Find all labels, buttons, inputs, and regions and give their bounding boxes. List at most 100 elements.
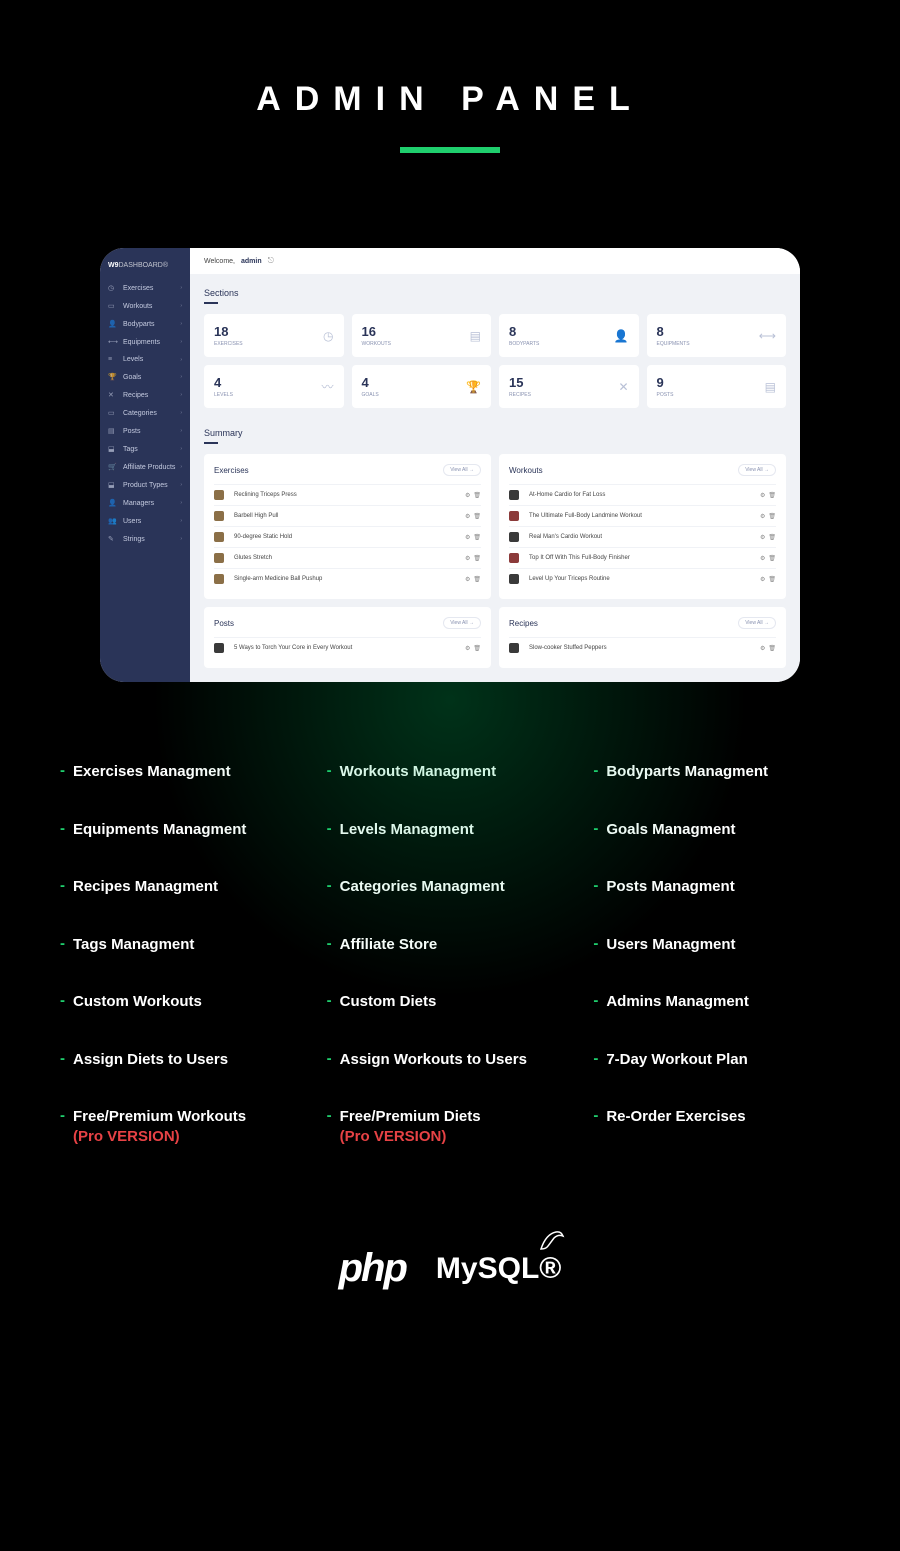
thumbnail: [214, 532, 224, 542]
sidebar-label: Bodyparts: [123, 321, 180, 328]
gear-icon[interactable]: ⚙: [760, 555, 765, 562]
trash-icon[interactable]: 🗑: [768, 555, 776, 562]
feature-item: -Workouts Managment: [327, 762, 574, 782]
stat-number: 16: [362, 324, 391, 339]
sidebar-item-exercises[interactable]: ◷Exercises›: [100, 279, 190, 297]
view-all-button[interactable]: View All →: [443, 464, 481, 476]
stat-number: 8: [657, 324, 690, 339]
sidebar-label: Posts: [123, 428, 180, 435]
sidebar-icon: ▤: [108, 427, 118, 435]
sidebar-icon: 👤: [108, 320, 118, 328]
sidebar-item-users[interactable]: 👥Users›: [100, 512, 190, 530]
feature-text: Tags Managment: [73, 935, 194, 955]
trash-icon[interactable]: 🗑: [768, 513, 776, 520]
gear-icon[interactable]: ⚙: [465, 513, 470, 520]
feature-text: Affiliate Store: [340, 935, 438, 955]
list-item[interactable]: 5 Ways to Torch Your Core in Every Worko…: [214, 637, 481, 658]
sidebar-item-goals[interactable]: 🏆Goals›: [100, 368, 190, 386]
list-item[interactable]: Single-arm Medicine Ball Pushup⚙🗑: [214, 568, 481, 589]
main-content: Welcome, admin ⎋ Sections 18EXERCISES◷16…: [190, 248, 800, 682]
gear-icon[interactable]: ⚙: [465, 534, 470, 541]
view-all-button[interactable]: View All →: [738, 617, 776, 629]
sidebar-item-workouts[interactable]: ▭Workouts›: [100, 297, 190, 315]
gear-icon[interactable]: ⚙: [760, 645, 765, 652]
feature-item: -Assign Diets to Users: [60, 1050, 307, 1070]
chevron-right-icon: ›: [180, 392, 182, 398]
thumbnail: [509, 511, 519, 521]
list-item[interactable]: Level Up Your Triceps Routine⚙🗑: [509, 568, 776, 589]
trash-icon[interactable]: 🗑: [473, 492, 481, 499]
sidebar-item-categories[interactable]: ▭Categories›: [100, 404, 190, 422]
trash-icon[interactable]: 🗑: [768, 492, 776, 499]
item-label: At-Home Cardio for Fat Loss: [529, 492, 760, 498]
chevron-right-icon: ›: [180, 518, 182, 524]
stat-card-workouts[interactable]: 16WORKOUTS▤: [352, 314, 492, 357]
view-all-button[interactable]: View All →: [738, 464, 776, 476]
stat-card-recipes[interactable]: 15RECIPES✕: [499, 365, 639, 408]
trash-icon[interactable]: 🗑: [473, 534, 481, 541]
stat-card-levels[interactable]: 4LEVELS〰: [204, 365, 344, 408]
dash-icon: -: [60, 1107, 65, 1124]
sidebar-item-levels[interactable]: ≡Levels›: [100, 351, 190, 368]
section-underline: [204, 442, 218, 444]
stat-card-exercises[interactable]: 18EXERCISES◷: [204, 314, 344, 357]
list-item[interactable]: Reclining Triceps Press⚙🗑: [214, 484, 481, 505]
list-item[interactable]: Real Man's Cardio Workout⚙🗑: [509, 526, 776, 547]
feature-text: Bodyparts Managment: [606, 762, 768, 782]
list-item[interactable]: Barbell High Pull⚙🗑: [214, 505, 481, 526]
gear-icon[interactable]: ⚙: [760, 513, 765, 520]
sidebar-item-posts[interactable]: ▤Posts›: [100, 422, 190, 440]
sidebar-icon: ⟷: [108, 338, 118, 346]
item-actions: ⚙🗑: [465, 492, 481, 499]
sidebar-label: Tags: [123, 446, 180, 453]
sidebar-icon: 🏆: [108, 373, 118, 381]
stat-card-bodyparts[interactable]: 8BODYPARTS👤: [499, 314, 639, 357]
trash-icon[interactable]: 🗑: [473, 645, 481, 652]
sidebar-item-managers[interactable]: 👤Managers›: [100, 494, 190, 512]
list-item[interactable]: At-Home Cardio for Fat Loss⚙🗑: [509, 484, 776, 505]
sidebar-item-recipes[interactable]: ✕Recipes›: [100, 386, 190, 404]
stat-card-posts[interactable]: 9POSTS▤: [647, 365, 787, 408]
gear-icon[interactable]: ⚙: [465, 555, 470, 562]
logout-icon[interactable]: ⎋: [268, 256, 274, 266]
sidebar-item-tags[interactable]: ⬓Tags›: [100, 440, 190, 458]
sidebar-item-strings[interactable]: ✎Strings›: [100, 530, 190, 548]
stat-icon: 🏆: [466, 380, 481, 394]
stat-card-goals[interactable]: 4GOALS🏆: [352, 365, 492, 408]
gear-icon[interactable]: ⚙: [760, 492, 765, 499]
trash-icon[interactable]: 🗑: [473, 555, 481, 562]
gear-icon[interactable]: ⚙: [465, 645, 470, 652]
dash-icon: -: [60, 762, 65, 779]
trash-icon[interactable]: 🗑: [768, 534, 776, 541]
list-item[interactable]: Slow-cooker Stuffed Peppers⚙🗑: [509, 637, 776, 658]
item-label: Level Up Your Triceps Routine: [529, 576, 760, 582]
summary-card-posts: PostsView All →5 Ways to Torch Your Core…: [204, 607, 491, 668]
view-all-button[interactable]: View All →: [443, 617, 481, 629]
item-label: Top It Off With This Full-Body Finisher: [529, 555, 760, 561]
sidebar-item-equipments[interactable]: ⟷Equipments›: [100, 333, 190, 351]
gear-icon[interactable]: ⚙: [760, 534, 765, 541]
trash-icon[interactable]: 🗑: [768, 576, 776, 583]
trash-icon[interactable]: 🗑: [473, 513, 481, 520]
summary-grid: ExercisesView All →Reclining Triceps Pre…: [204, 454, 786, 668]
dash-icon: -: [60, 992, 65, 1009]
sidebar-item-affiliate-products[interactable]: 🛒Affiliate Products›: [100, 458, 190, 476]
sidebar-label: Affiliate Products: [123, 464, 180, 471]
gear-icon[interactable]: ⚙: [465, 492, 470, 499]
sidebar-item-bodyparts[interactable]: 👤Bodyparts›: [100, 315, 190, 333]
gear-icon[interactable]: ⚙: [760, 576, 765, 583]
list-item[interactable]: 90-degree Static Hold⚙🗑: [214, 526, 481, 547]
gear-icon[interactable]: ⚙: [465, 576, 470, 583]
thumbnail: [214, 511, 224, 521]
stat-card-equipments[interactable]: 8EQUIPMENTS⟷: [647, 314, 787, 357]
list-item[interactable]: The Ultimate Full-Body Landmine Workout⚙…: [509, 505, 776, 526]
chevron-right-icon: ›: [180, 446, 182, 452]
list-item[interactable]: Glutes Stretch⚙🗑: [214, 547, 481, 568]
trash-icon[interactable]: 🗑: [768, 645, 776, 652]
summary-card-workouts: WorkoutsView All →At-Home Cardio for Fat…: [499, 454, 786, 599]
list-item[interactable]: Top It Off With This Full-Body Finisher⚙…: [509, 547, 776, 568]
sidebar-item-product-types[interactable]: ⬓Product Types›: [100, 476, 190, 494]
feature-item: -Goals Managment: [593, 820, 840, 840]
chevron-right-icon: ›: [180, 482, 182, 488]
trash-icon[interactable]: 🗑: [473, 576, 481, 583]
